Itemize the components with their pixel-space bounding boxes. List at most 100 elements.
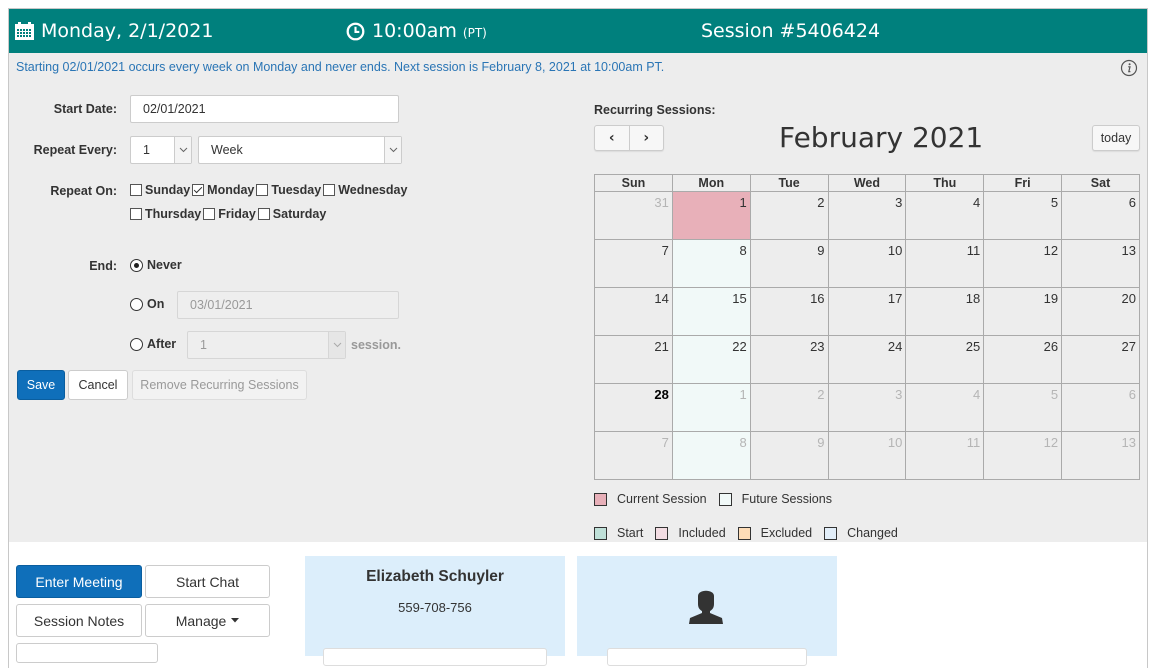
today-button[interactable]: today bbox=[1092, 125, 1140, 151]
calendar-day[interactable]: 6 bbox=[1061, 191, 1140, 240]
chevron-left-icon: ‹ bbox=[608, 130, 615, 146]
calendar-day[interactable]: 18 bbox=[905, 287, 985, 336]
checkbox-tuesday[interactable] bbox=[256, 184, 269, 196]
recurrence-summary: Starting 02/01/2021 occurs every week on… bbox=[16, 60, 665, 74]
calendar-day[interactable]: 25 bbox=[905, 335, 985, 384]
calendar-day[interactable]: 19 bbox=[983, 287, 1063, 336]
calendar-day[interactable]: 9 bbox=[749, 239, 829, 288]
calendar-day[interactable]: 21 bbox=[594, 335, 673, 384]
end-never-option[interactable]: Never bbox=[130, 258, 182, 272]
save-button[interactable]: Save bbox=[17, 370, 65, 400]
legend-label-current: Current Session bbox=[617, 492, 707, 506]
checkbox-monday[interactable] bbox=[192, 184, 205, 196]
end-after-option[interactable]: After bbox=[130, 337, 176, 351]
radio-never[interactable] bbox=[130, 258, 143, 272]
repeat-count-select[interactable]: 1 bbox=[130, 136, 192, 164]
manage-dropdown-button[interactable]: Manage bbox=[145, 604, 270, 637]
calendar-day[interactable]: 14 bbox=[594, 287, 673, 336]
calendar-day[interactable]: 8 bbox=[671, 431, 751, 480]
remove-recurring-button[interactable]: Remove Recurring Sessions bbox=[132, 370, 307, 400]
weekday-checkboxes-row1: Sunday Monday Tuesday Wednesday bbox=[128, 183, 407, 197]
calendar-day[interactable]: 3 bbox=[827, 191, 907, 240]
more-action-button[interactable] bbox=[16, 643, 158, 663]
radio-after[interactable] bbox=[130, 337, 143, 351]
calendar-day[interactable]: 9 bbox=[749, 431, 829, 480]
calendar-day[interactable]: 24 bbox=[827, 335, 907, 384]
cancel-button[interactable]: Cancel bbox=[68, 370, 128, 400]
contact-card-field[interactable] bbox=[323, 648, 547, 666]
calendar-day[interactable]: 11 bbox=[905, 239, 985, 288]
on-label: On bbox=[147, 297, 165, 311]
calendar-day[interactable]: 4 bbox=[905, 191, 985, 240]
weekday-thu: Thu bbox=[905, 174, 985, 192]
calendar-day[interactable]: 31 bbox=[594, 191, 673, 240]
calendar-day[interactable]: 5 bbox=[983, 383, 1063, 432]
start-chat-button[interactable]: Start Chat bbox=[145, 565, 270, 598]
calendar-day[interactable]: 1 bbox=[671, 383, 751, 432]
radio-on[interactable] bbox=[130, 297, 143, 311]
start-date-label: Start Date: bbox=[53, 102, 117, 116]
calendar-day[interactable]: 4 bbox=[905, 383, 985, 432]
calendar-day[interactable]: 11 bbox=[905, 431, 985, 480]
contact-card: Elizabeth Schuyler 559-708-756 bbox=[305, 556, 565, 666]
calendar-day[interactable]: 7 bbox=[594, 239, 673, 288]
timezone-text: (PT) bbox=[462, 26, 487, 40]
calendar-week: 21 22 23 24 25 26 27 bbox=[594, 335, 1140, 384]
calendar-day[interactable]: 1 bbox=[671, 191, 751, 240]
avatar-card-field[interactable] bbox=[607, 648, 807, 666]
legend-swatch-changed bbox=[824, 526, 838, 540]
calendar-day[interactable]: 12 bbox=[983, 239, 1063, 288]
calendar-day[interactable]: 10 bbox=[827, 431, 907, 480]
calendar-day[interactable]: 12 bbox=[983, 431, 1063, 480]
next-month-button[interactable]: › bbox=[628, 126, 664, 150]
info-icon[interactable] bbox=[1120, 59, 1138, 77]
legend-swatch-excluded bbox=[737, 526, 751, 540]
calendar-day[interactable]: 23 bbox=[749, 335, 829, 384]
label-monday: Monday bbox=[207, 183, 255, 197]
calendar-day[interactable]: 13 bbox=[1061, 431, 1140, 480]
calendar-day[interactable]: 7 bbox=[594, 431, 673, 480]
chevron-down-icon bbox=[328, 332, 345, 358]
calendar-week: 31 1 2 3 4 5 6 bbox=[594, 191, 1140, 240]
label-tuesday: Tuesday bbox=[271, 183, 322, 197]
calendar-week: 7 8 9 10 11 12 13 bbox=[594, 431, 1140, 480]
calendar-day[interactable]: 28 bbox=[594, 383, 673, 432]
label-friday: Friday bbox=[218, 207, 256, 221]
calendar-day[interactable]: 2 bbox=[749, 383, 829, 432]
checkbox-wednesday[interactable] bbox=[323, 184, 336, 196]
label-saturday: Saturday bbox=[272, 207, 327, 221]
checkbox-saturday[interactable] bbox=[257, 208, 270, 220]
calendar-day[interactable]: 15 bbox=[671, 287, 751, 336]
calendar-day[interactable]: 26 bbox=[983, 335, 1063, 384]
clock-icon bbox=[346, 22, 365, 40]
checkbox-thursday[interactable] bbox=[130, 208, 142, 220]
calendar-day[interactable]: 10 bbox=[827, 239, 907, 288]
start-date-input[interactable]: 02/01/2021 bbox=[130, 95, 399, 123]
calendar-day[interactable]: 3 bbox=[827, 383, 907, 432]
enter-meeting-button[interactable]: Enter Meeting bbox=[16, 565, 142, 598]
calendar-day[interactable]: 8 bbox=[671, 239, 751, 288]
recurring-sessions-label: Recurring Sessions: bbox=[594, 103, 716, 117]
checkbox-sunday[interactable] bbox=[130, 184, 142, 196]
after-suffix: session. bbox=[351, 338, 402, 352]
start-date-value: 02/01/2021 bbox=[143, 102, 206, 116]
calendar-day[interactable]: 27 bbox=[1061, 335, 1140, 384]
session-notes-button[interactable]: Session Notes bbox=[16, 604, 142, 637]
calendar-day[interactable]: 20 bbox=[1061, 287, 1140, 336]
end-on-option[interactable]: On bbox=[130, 297, 164, 311]
calendar-day[interactable]: 17 bbox=[827, 287, 907, 336]
calendar-day[interactable]: 6 bbox=[1061, 383, 1140, 432]
end-on-date-input[interactable]: 03/01/2021 bbox=[177, 291, 399, 319]
prev-month-button[interactable]: ‹ bbox=[595, 126, 629, 150]
legend-swatch-current bbox=[594, 492, 607, 506]
repeat-unit-select[interactable]: Week bbox=[198, 136, 402, 164]
user-icon bbox=[689, 590, 723, 624]
calendar-day[interactable]: 22 bbox=[671, 335, 751, 384]
calendar-day[interactable]: 5 bbox=[983, 191, 1063, 240]
end-after-count-select[interactable]: 1 bbox=[187, 331, 346, 359]
calendar-day[interactable]: 2 bbox=[749, 191, 829, 240]
checkbox-friday[interactable] bbox=[203, 208, 216, 220]
calendar-day[interactable]: 13 bbox=[1061, 239, 1140, 288]
calendar-day[interactable]: 16 bbox=[749, 287, 829, 336]
calendar-week: 14 15 16 17 18 19 20 bbox=[594, 287, 1140, 336]
